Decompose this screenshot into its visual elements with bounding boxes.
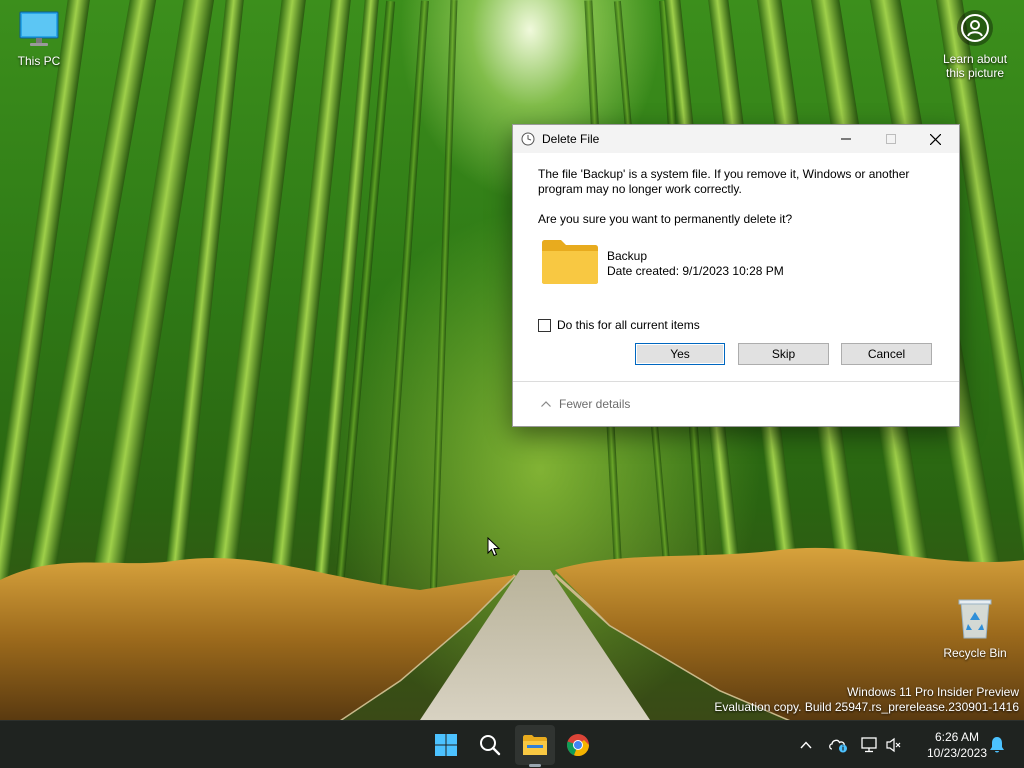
mouse-cursor-icon <box>487 537 501 557</box>
cancel-button[interactable]: Cancel <box>841 343 932 365</box>
maximize-button <box>868 125 913 153</box>
folder-icon <box>541 239 599 288</box>
onedrive-info-icon <box>829 739 847 753</box>
learn-about-line2: this picture <box>945 66 1005 80</box>
minimize-icon <box>840 138 851 140</box>
watermark-line1: Windows 11 Pro Insider Preview <box>847 685 1019 699</box>
onedrive-tray-button[interactable] <box>828 735 848 755</box>
file-explorer-icon <box>523 735 547 755</box>
close-button[interactable] <box>913 125 958 153</box>
warning-message-line1: The file 'Backup' is a system file. If y… <box>538 167 910 181</box>
file-date-created: Date created: 9/1/2023 10:28 PM <box>607 264 784 278</box>
close-icon <box>930 133 941 145</box>
learn-about-picture[interactable]: Learn about this picture <box>934 10 1016 80</box>
apply-all-checkbox[interactable] <box>538 318 551 332</box>
show-hidden-icons-button[interactable] <box>796 735 816 755</box>
build-watermark: Windows 11 Pro Insider Preview Evaluatio… <box>714 685 1019 715</box>
chevron-up-icon <box>541 401 551 407</box>
clock-icon <box>521 132 535 149</box>
notification-bell-icon <box>990 737 1004 753</box>
dialog-separator <box>513 381 959 382</box>
chevron-up-icon <box>800 741 812 749</box>
desktop-icon-recycle-bin[interactable]: Recycle Bin <box>935 598 1015 660</box>
apply-all-label: Do this for all current items <box>557 318 700 332</box>
this-pc-label: This PC <box>17 54 61 68</box>
network-icon <box>861 737 877 753</box>
camera-lens-icon <box>957 10 993 46</box>
taskbar: 6:26 AM 10/23/2023 <box>0 720 1024 768</box>
warning-message-line2: program may no longer work correctly. <box>538 182 742 196</box>
chrome-icon <box>567 734 590 757</box>
search-icon <box>480 735 501 756</box>
dialog-titlebar[interactable]: Delete File <box>513 125 959 153</box>
apply-all-checkbox-row[interactable]: Do this for all current items <box>538 318 700 332</box>
dialog-title: Delete File <box>542 132 600 146</box>
volume-tray-button[interactable] <box>884 735 904 755</box>
file-explorer-button[interactable] <box>515 725 555 765</box>
network-tray-button[interactable] <box>860 735 880 755</box>
recycle-bin-icon <box>958 599 992 639</box>
start-button[interactable] <box>426 725 466 765</box>
fewer-details-toggle[interactable]: Fewer details <box>541 397 630 411</box>
learn-about-line1: Learn about <box>942 52 1008 66</box>
monitor-icon <box>19 11 59 46</box>
skip-button[interactable]: Skip <box>738 343 829 365</box>
confirm-question: Are you sure you want to permanently del… <box>538 212 793 226</box>
fewer-details-label: Fewer details <box>559 397 631 411</box>
maximize-icon <box>885 134 896 144</box>
yes-button[interactable]: Yes <box>635 343 725 365</box>
watermark-line2: Evaluation copy. Build 25947.rs_prerelea… <box>714 700 1019 714</box>
minimize-button[interactable] <box>823 125 868 153</box>
search-button[interactable] <box>470 725 510 765</box>
volume-muted-icon <box>886 737 901 753</box>
windows-logo-icon <box>435 734 457 756</box>
chrome-button[interactable] <box>558 725 598 765</box>
active-app-indicator <box>529 764 541 767</box>
desktop-icon-this-pc[interactable]: This PC <box>0 10 79 68</box>
recycle-bin-label: Recycle Bin <box>943 646 1007 660</box>
notifications-button[interactable] <box>987 735 1007 755</box>
delete-file-dialog: Delete File The file 'Backup' is a syste… <box>512 124 960 427</box>
file-name: Backup <box>607 249 648 263</box>
